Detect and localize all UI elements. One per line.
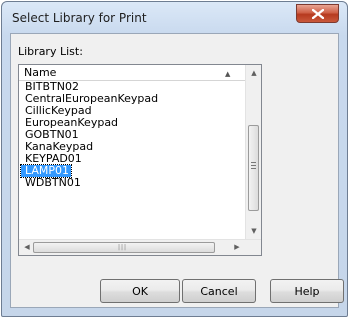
close-icon [312,9,324,19]
vertical-scrollbar[interactable]: ▲ ▼ [245,65,261,239]
vertical-scroll-thumb[interactable] [248,125,259,211]
column-header-label: Name [24,66,57,79]
scroll-grip-icon: ||| [118,244,128,251]
scroll-down-arrow-icon[interactable]: ▼ [246,223,261,239]
library-list-rows: BITBTN02 CentralEuropeanKeypad CillicKeypa… [19,81,245,189]
scroll-up-arrow-icon[interactable]: ▲ [246,65,261,81]
list-item[interactable]: WDBTN01 [21,177,83,189]
horizontal-scrollbar[interactable]: ◀ ||| ▶ [19,239,261,255]
library-listbox[interactable]: Name ▲ BITBTN02 CentralEuropeanKeypad Cill… [18,64,262,256]
title-bar[interactable]: Select Library for Print [2,2,347,34]
window-title: Select Library for Print [12,11,147,25]
sort-up-arrow-icon: ▲ [225,70,231,78]
column-header-name[interactable]: Name ▲ [19,65,245,81]
ok-button[interactable]: OK [100,279,180,303]
library-list-label: Library List: [18,45,83,58]
cancel-button[interactable]: Cancel [182,279,256,303]
help-button[interactable]: Help [270,279,344,303]
horizontal-scroll-thumb[interactable]: ||| [33,242,215,253]
close-button[interactable] [296,4,339,23]
dialog-window: Select Library for Print Library List: N… [1,1,348,317]
scroll-right-arrow-icon[interactable]: ▶ [229,240,245,255]
